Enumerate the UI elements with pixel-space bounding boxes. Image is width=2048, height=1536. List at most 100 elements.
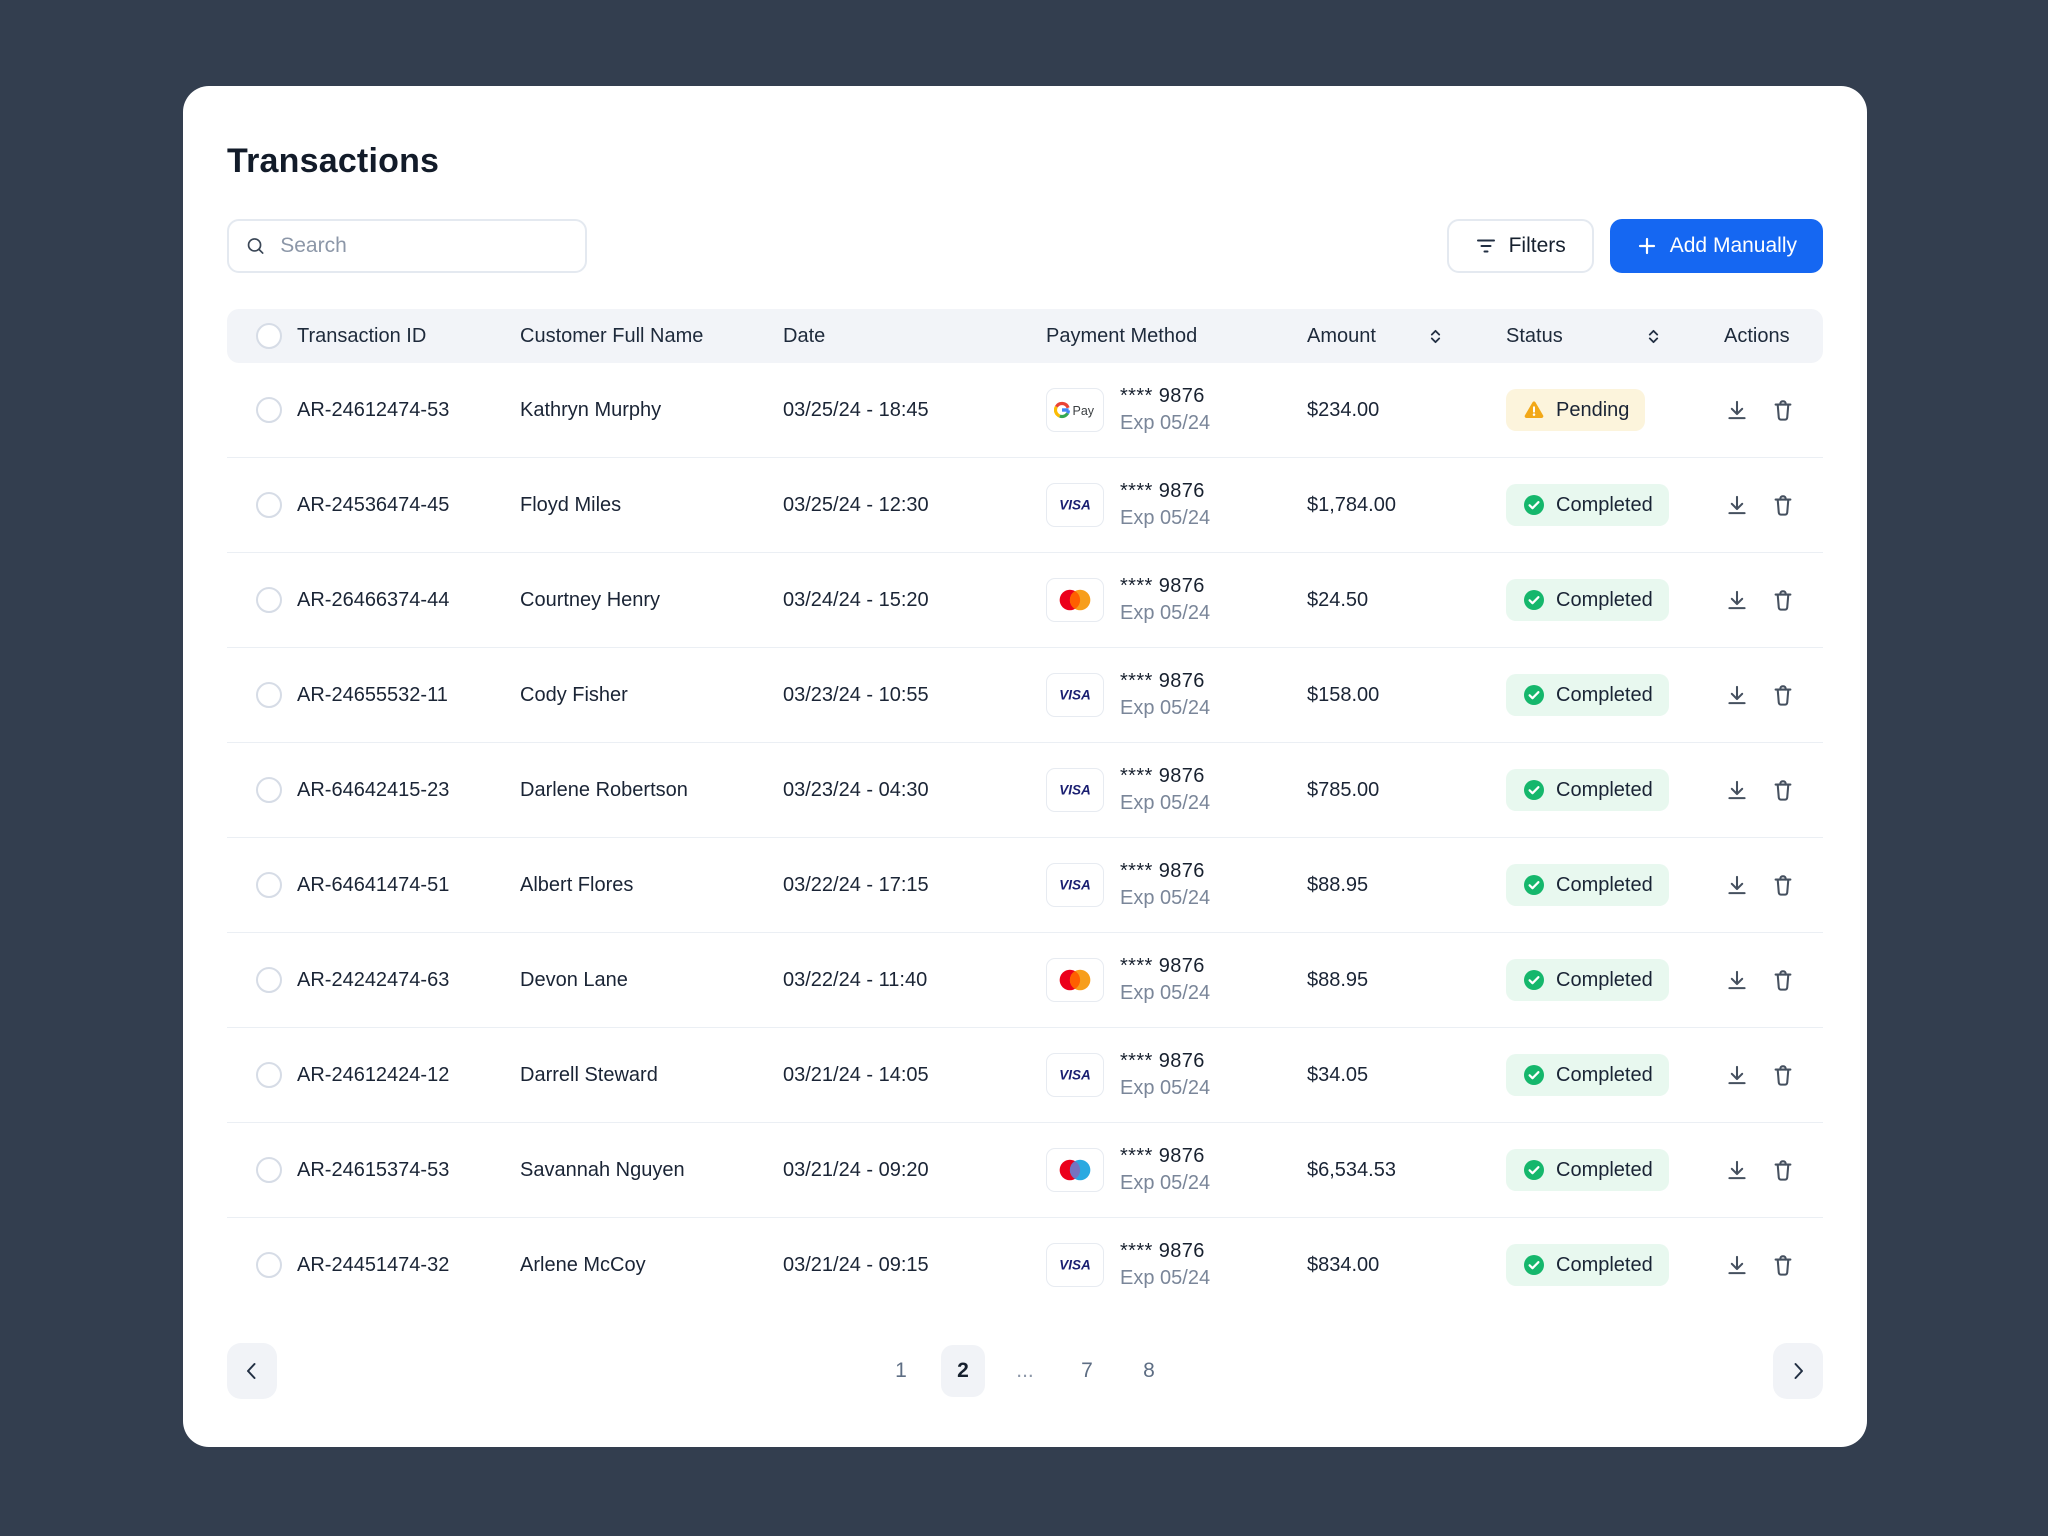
card-details: **** 9876 Exp 05/24	[1120, 1240, 1210, 1290]
row-checkbox[interactable]	[256, 1252, 282, 1278]
table-row: AR-24612424-12 Darrell Steward 03/21/24 …	[227, 1028, 1823, 1123]
page-button-2[interactable]: 2	[941, 1345, 985, 1397]
download-icon	[1728, 400, 1746, 420]
table-row: AR-24655532-11 Cody Fisher 03/23/24 - 10…	[227, 648, 1823, 743]
plus-icon	[1638, 237, 1655, 255]
download-button[interactable]	[1724, 967, 1750, 993]
sort-status-button[interactable]	[1645, 328, 1662, 345]
table-row: AR-64641474-51 Albert Flores 03/22/24 - …	[227, 838, 1823, 933]
download-button[interactable]	[1724, 682, 1750, 708]
status-badge: Completed	[1506, 674, 1669, 716]
search-input[interactable]	[278, 233, 569, 259]
status-label: Completed	[1556, 1253, 1653, 1276]
visa-icon: VISA	[1046, 1243, 1104, 1287]
maestro-logo	[1059, 1159, 1091, 1181]
row-checkbox[interactable]	[256, 967, 282, 993]
download-button[interactable]	[1724, 1062, 1750, 1088]
gpay-logo: Pay	[1054, 401, 1095, 419]
row-checkbox[interactable]	[256, 1062, 282, 1088]
status-icon-slot	[1522, 398, 1546, 422]
select-all-checkbox[interactable]	[256, 323, 282, 349]
row-checkbox[interactable]	[256, 682, 282, 708]
customer-name: Cody Fisher	[520, 683, 628, 706]
download-button[interactable]	[1724, 1157, 1750, 1183]
column-header-date: Date	[783, 324, 826, 347]
download-button[interactable]	[1724, 397, 1750, 423]
download-icon	[1728, 495, 1746, 515]
table-row: AR-24242474-63 Devon Lane 03/22/24 - 11:…	[227, 933, 1823, 1028]
chevron-left-icon	[247, 1363, 256, 1379]
mastercard-logo	[1059, 969, 1091, 991]
row-checkbox[interactable]	[256, 492, 282, 518]
page-background: Transactions Filters	[0, 0, 2048, 1536]
download-button[interactable]	[1724, 777, 1750, 803]
delete-button[interactable]	[1770, 492, 1796, 518]
delete-button[interactable]	[1770, 777, 1796, 803]
page-button-1[interactable]: 1	[879, 1345, 923, 1397]
row-checkbox[interactable]	[256, 587, 282, 613]
next-page-button[interactable]	[1773, 1343, 1823, 1399]
customer-name: Darlene Robertson	[520, 778, 688, 801]
card-details: **** 9876 Exp 05/24	[1120, 1050, 1210, 1100]
delete-button[interactable]	[1770, 1157, 1796, 1183]
download-icon	[1728, 780, 1746, 800]
download-button[interactable]	[1724, 492, 1750, 518]
transaction-date: 03/21/24 - 09:20	[783, 1158, 929, 1181]
filters-button[interactable]: Filters	[1446, 219, 1594, 273]
check-circle-icon	[1524, 780, 1544, 800]
row-checkbox[interactable]	[256, 777, 282, 803]
status-icon-slot	[1522, 778, 1546, 802]
amount: $785.00	[1307, 778, 1380, 801]
customer-name: Kathryn Murphy	[520, 398, 662, 421]
svg-text:VISA: VISA	[1059, 1258, 1091, 1273]
card-expiry: Exp 05/24	[1120, 1077, 1211, 1099]
check-circle-icon	[1524, 590, 1544, 610]
delete-button[interactable]	[1770, 1252, 1796, 1278]
row-checkbox[interactable]	[256, 872, 282, 898]
mastercard-icon	[1046, 958, 1104, 1002]
filters-label: Filters	[1508, 234, 1566, 257]
table-row: AR-24615374-53 Savannah Nguyen 03/21/24 …	[227, 1123, 1823, 1218]
delete-button[interactable]	[1770, 397, 1796, 423]
check-circle-icon	[1524, 1255, 1544, 1275]
trash-icon	[1774, 400, 1792, 421]
trash-icon	[1774, 1065, 1792, 1086]
row-checkbox[interactable]	[256, 397, 282, 423]
delete-button[interactable]	[1770, 682, 1796, 708]
transaction-id: AR-24242474-63	[297, 968, 450, 991]
page-button-7[interactable]: 7	[1065, 1345, 1109, 1397]
trash-icon	[1774, 495, 1792, 516]
chevron-right-icon	[1794, 1363, 1803, 1379]
visa-icon: VISA	[1046, 863, 1104, 907]
card-details: **** 9876 Exp 05/24	[1120, 1145, 1210, 1195]
mastercard-icon	[1046, 578, 1104, 622]
page-ellipsis: ...	[1016, 1359, 1034, 1382]
download-button[interactable]	[1724, 1252, 1750, 1278]
page-button-8[interactable]: 8	[1127, 1345, 1171, 1397]
delete-button[interactable]	[1770, 967, 1796, 993]
transaction-id: AR-26466374-44	[297, 588, 450, 611]
amount: $834.00	[1307, 1253, 1380, 1276]
card-details: **** 9876 Exp 05/24	[1120, 385, 1210, 435]
card-expiry: Exp 05/24	[1120, 1172, 1211, 1194]
sort-amount-button[interactable]	[1427, 328, 1444, 345]
transaction-id: AR-24612424-12	[297, 1063, 450, 1086]
visa-icon: VISA	[1046, 1053, 1104, 1097]
add-manually-button[interactable]: Add Manually	[1609, 219, 1823, 273]
customer-name: Darrell Steward	[520, 1063, 658, 1086]
transaction-date: 03/21/24 - 09:15	[783, 1253, 929, 1276]
warning-icon	[1524, 401, 1544, 418]
status-badge: Completed	[1506, 579, 1669, 621]
download-button[interactable]	[1724, 587, 1750, 613]
card-expiry: Exp 05/24	[1120, 887, 1211, 909]
download-button[interactable]	[1724, 872, 1750, 898]
delete-button[interactable]	[1770, 1062, 1796, 1088]
previous-page-button[interactable]	[227, 1343, 277, 1399]
transaction-date: 03/25/24 - 18:45	[783, 398, 929, 421]
delete-button[interactable]	[1770, 587, 1796, 613]
column-header-amount: Amount	[1307, 325, 1506, 348]
row-checkbox[interactable]	[256, 1157, 282, 1183]
card-expiry: Exp 05/24	[1120, 982, 1211, 1004]
card-number: **** 9876	[1120, 575, 1205, 597]
delete-button[interactable]	[1770, 872, 1796, 898]
